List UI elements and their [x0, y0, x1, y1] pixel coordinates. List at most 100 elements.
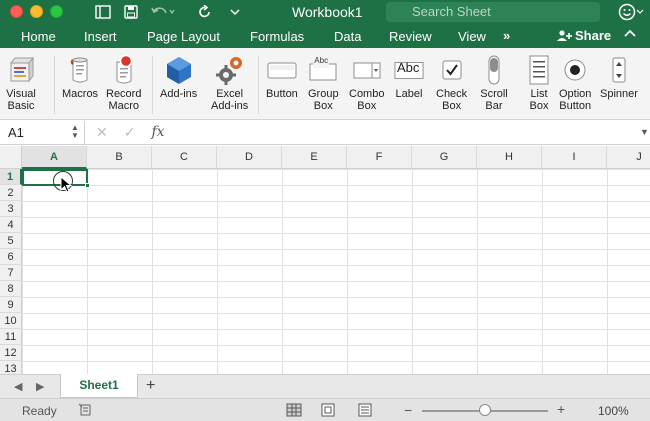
search-input[interactable] — [386, 2, 600, 22]
sidebar-toggle-icon[interactable] — [94, 3, 112, 21]
cell-area[interactable] — [22, 169, 650, 374]
feedback-smiley-icon[interactable] — [618, 2, 644, 25]
visual-basic-label: Visual Basic — [6, 88, 36, 112]
macro-recording-icon[interactable] — [78, 403, 92, 420]
column-header-b[interactable]: B — [87, 146, 152, 169]
label-control-label: Label — [395, 88, 423, 100]
macros-label: Macros — [62, 88, 99, 100]
column-header-e[interactable]: E — [282, 146, 347, 169]
column-header-i[interactable]: I — [542, 146, 607, 169]
add-sheet-button[interactable]: + — [146, 377, 155, 395]
combo-box-button[interactable]: Combo Box — [349, 54, 384, 112]
excel-add-ins-icon — [215, 54, 245, 86]
column-header-j[interactable]: J — [607, 146, 650, 169]
close-window-button[interactable] — [10, 5, 23, 18]
redo-icon[interactable] — [196, 3, 214, 21]
column-header-d[interactable]: D — [217, 146, 282, 169]
row-header-2[interactable]: 2 — [0, 185, 22, 201]
row-header-5[interactable]: 5 — [0, 233, 22, 249]
row-header-10[interactable]: 10 — [0, 313, 22, 329]
name-box-stepper-icon[interactable]: ▲ ▼ — [71, 124, 79, 140]
zoom-out-button[interactable]: − — [404, 402, 412, 418]
column-header-a[interactable]: A — [22, 146, 87, 169]
developer-ribbon: Visual Basic Macros Record Macro Add-ins… — [0, 48, 650, 120]
window-title: Workbook1 — [292, 4, 363, 20]
combo-box-icon — [352, 54, 382, 86]
macros-button[interactable]: Macros — [62, 54, 98, 100]
check-box-button[interactable]: Check Box — [436, 54, 467, 112]
row-header-11[interactable]: 11 — [0, 329, 22, 345]
label-control-button[interactable]: Abc Label — [394, 54, 424, 100]
group-box-label: Group Box — [308, 88, 339, 112]
option-button-button[interactable]: Option Button — [559, 54, 591, 112]
excel-add-ins-button[interactable]: Excel Add-ins — [211, 54, 248, 112]
zoom-slider-thumb[interactable] — [479, 404, 491, 416]
sheet-tab-bar: ◀ ▶ Sheet1 + — [0, 374, 650, 398]
row-header-9[interactable]: 9 — [0, 297, 22, 313]
tab-review[interactable]: Review — [389, 29, 432, 44]
select-all-corner[interactable] — [0, 146, 22, 169]
add-ins-button[interactable]: Add-ins — [160, 54, 197, 100]
status-bar: Ready − + 100% — [0, 398, 650, 421]
share-person-icon — [557, 29, 572, 41]
mouse-pointer-icon — [60, 176, 72, 193]
row-header-4[interactable]: 4 — [0, 217, 22, 233]
excel-add-ins-label: Excel Add-ins — [211, 88, 249, 112]
tab-insert[interactable]: Insert — [84, 29, 117, 44]
column-header-c[interactable]: C — [152, 146, 217, 169]
share-label: Share — [575, 28, 612, 43]
fill-handle[interactable] — [85, 183, 90, 188]
sheet-tab-sheet1[interactable]: Sheet1 — [60, 374, 138, 398]
macros-icon — [65, 54, 95, 86]
share-button[interactable]: Share — [556, 28, 611, 43]
tab-view[interactable]: View — [458, 29, 486, 44]
row-header-13[interactable]: 13 — [0, 361, 22, 374]
button-control-label: Button — [266, 88, 298, 100]
cancel-entry-icon[interactable]: ✕ — [96, 124, 108, 141]
customize-toolbar-icon[interactable] — [226, 3, 244, 21]
row-header-6[interactable]: 6 — [0, 249, 22, 265]
save-icon[interactable] — [122, 3, 140, 21]
formula-bar: A1 ▲ ▼ ✕ ✓ fx ▼ — [0, 121, 650, 145]
worksheet-grid[interactable]: ABCDEFGHIJ 1 2 3 4 5 6 7 8 9 10 11 12 13 — [0, 146, 650, 374]
row-header-12[interactable]: 12 — [0, 345, 22, 361]
insert-function-icon[interactable]: fx — [151, 124, 164, 141]
row-header-7[interactable]: 7 — [0, 265, 22, 281]
visual-basic-button[interactable]: Visual Basic — [6, 54, 36, 112]
more-tabs-button[interactable]: » — [503, 28, 510, 43]
page-break-preview-icon[interactable] — [357, 403, 373, 420]
page-layout-view-icon[interactable] — [320, 403, 336, 420]
record-macro-label: Record Macro — [106, 88, 142, 112]
tab-home[interactable]: Home — [21, 29, 56, 44]
scroll-bar-icon — [479, 54, 509, 86]
tab-data[interactable]: Data — [334, 29, 361, 44]
group-box-button[interactable]: Abc Group Box — [308, 54, 339, 112]
ribbon-separator — [258, 56, 259, 114]
row-header-3[interactable]: 3 — [0, 201, 22, 217]
confirm-entry-icon[interactable]: ✓ — [124, 124, 136, 141]
previous-sheet-icon[interactable]: ◀ — [14, 380, 22, 393]
record-macro-button[interactable]: Record Macro — [106, 54, 141, 112]
button-control-button[interactable]: Button — [266, 54, 298, 100]
next-sheet-icon[interactable]: ▶ — [36, 380, 44, 393]
group-box-sample-text: Abc — [314, 56, 329, 65]
scroll-bar-button[interactable]: Scroll Bar — [479, 54, 509, 112]
column-header-g[interactable]: G — [412, 146, 477, 169]
list-box-button[interactable]: List Box — [524, 54, 554, 112]
tab-page-layout[interactable]: Page Layout — [147, 29, 220, 44]
zoom-in-button[interactable]: + — [557, 401, 565, 417]
spinner-button[interactable]: Spinner — [600, 54, 638, 100]
minimize-window-button[interactable] — [30, 5, 43, 18]
undo-icon[interactable] — [150, 3, 176, 21]
row-header-8[interactable]: 8 — [0, 281, 22, 297]
column-header-f[interactable]: F — [347, 146, 412, 169]
combo-box-label: Combo Box — [349, 88, 385, 112]
maximize-window-button[interactable] — [50, 5, 63, 18]
tab-formulas[interactable]: Formulas — [250, 29, 304, 44]
normal-view-icon[interactable] — [286, 403, 302, 420]
collapse-ribbon-icon[interactable] — [624, 28, 636, 42]
expand-formula-bar-icon[interactable]: ▼ — [640, 127, 649, 137]
row-header-1[interactable]: 1 — [0, 169, 22, 185]
column-header-h[interactable]: H — [477, 146, 542, 169]
ribbon-separator — [152, 56, 153, 114]
